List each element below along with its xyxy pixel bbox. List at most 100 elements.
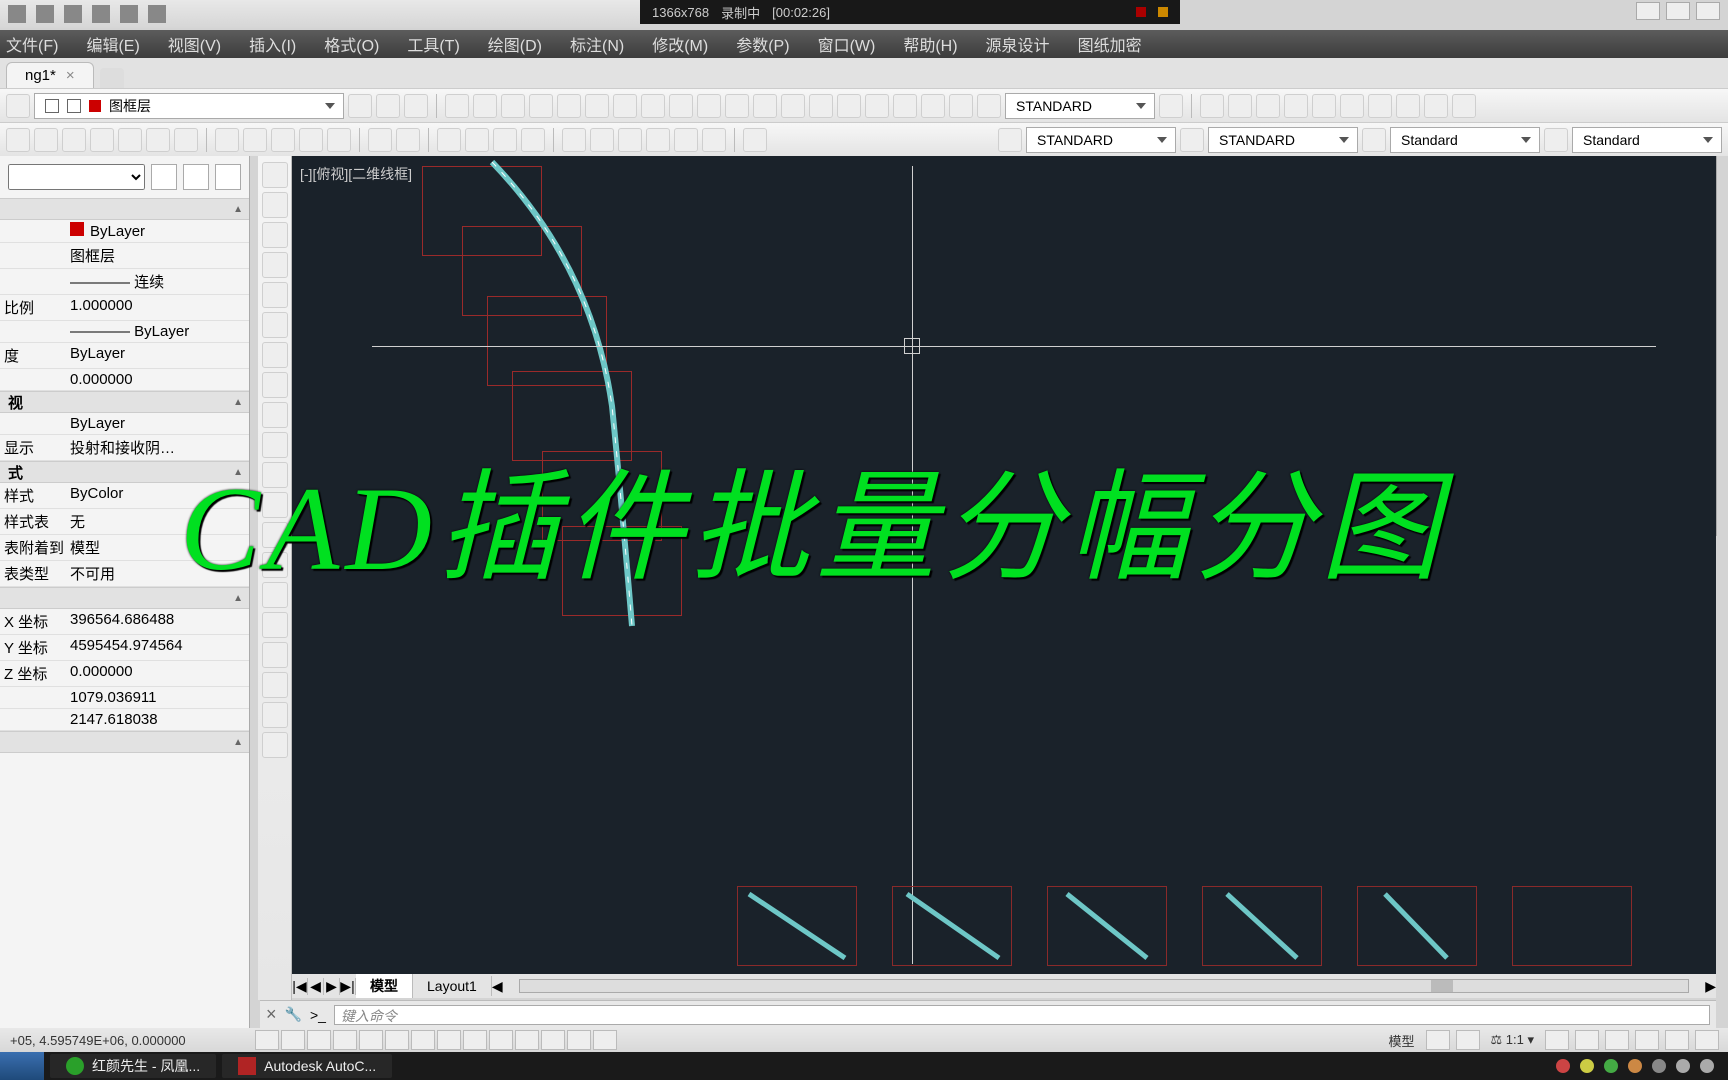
rec-stop[interactable]	[1136, 7, 1146, 17]
sc-toggle[interactable]	[567, 1030, 591, 1050]
new-btn[interactable]	[6, 128, 30, 152]
text-mtext[interactable]	[1200, 94, 1224, 118]
sheet-set[interactable]	[646, 128, 670, 152]
circle-tool[interactable]	[262, 342, 288, 368]
rect-tool[interactable]	[262, 282, 288, 308]
status-ws[interactable]	[1575, 1030, 1599, 1050]
dim-aligned[interactable]	[473, 94, 497, 118]
cmdline-wrench-icon[interactable]: 🔧	[285, 1006, 302, 1023]
minimize-button[interactable]	[1636, 2, 1660, 20]
prop-row[interactable]: ByLayer	[0, 220, 249, 243]
publish-btn[interactable]	[146, 128, 170, 152]
dcenter-btn[interactable]	[590, 128, 614, 152]
layer-uniso-btn[interactable]	[404, 94, 428, 118]
block-btn[interactable]	[327, 128, 351, 152]
snap-toggle[interactable]	[255, 1030, 279, 1050]
new-tab-button[interactable]	[100, 68, 124, 88]
polar-toggle[interactable]	[333, 1030, 357, 1050]
print-btn[interactable]	[90, 128, 114, 152]
markup[interactable]	[674, 128, 698, 152]
menu-file[interactable]: 文件(F)	[6, 32, 58, 56]
props-btn[interactable]	[562, 128, 586, 152]
3d-btn[interactable]	[174, 128, 198, 152]
text-field[interactable]	[1340, 94, 1364, 118]
annoscale[interactable]: ⚖ 1:1 ▾	[1485, 1032, 1541, 1048]
pline-tool[interactable]	[262, 222, 288, 248]
menu-insert[interactable]: 插入(I)	[249, 32, 296, 56]
qat-redo[interactable]	[148, 5, 166, 23]
plot-preview[interactable]	[118, 128, 142, 152]
dim-radius[interactable]	[557, 94, 581, 118]
prop-row[interactable]: Z 坐标0.000000	[0, 661, 249, 687]
dim-baseline[interactable]	[697, 94, 721, 118]
tablestyle-icon[interactable]	[1362, 128, 1386, 152]
dim-inspect[interactable]	[865, 94, 889, 118]
group-3dvisual[interactable]: 视	[0, 391, 249, 413]
mlstyle-icon[interactable]	[1544, 128, 1568, 152]
save-btn[interactable]	[62, 128, 86, 152]
grid-toggle[interactable]	[281, 1030, 305, 1050]
prop-row[interactable]: ———— 连续	[0, 269, 249, 295]
otrack-toggle[interactable]	[411, 1030, 435, 1050]
revcloud-tool[interactable]	[262, 372, 288, 398]
paste-btn[interactable]	[271, 128, 295, 152]
prop-row[interactable]: 2147.618038	[0, 709, 249, 731]
prop-row[interactable]: 1079.036911	[0, 687, 249, 709]
menu-modify[interactable]: 修改(M)	[652, 32, 708, 56]
dim-arc[interactable]	[501, 94, 525, 118]
menu-view[interactable]: 视图(V)	[168, 32, 221, 56]
viewport-label[interactable]: [-][俯视][二维线框]	[300, 164, 412, 184]
zoom-window[interactable]	[493, 128, 517, 152]
tray-5[interactable]	[1652, 1059, 1666, 1073]
tablestyle-dropdown[interactable]: Standard	[1390, 127, 1540, 153]
start-button[interactable]	[0, 1052, 44, 1080]
status-iso[interactable]	[1665, 1030, 1689, 1050]
layer-dropdown[interactable]: 图框层	[34, 93, 344, 119]
pickadd-btn[interactable]	[215, 164, 241, 190]
dimstyle-btn[interactable]	[1159, 94, 1183, 118]
tpy-toggle[interactable]	[515, 1030, 539, 1050]
dim-edit[interactable]	[921, 94, 945, 118]
dim-space[interactable]	[753, 94, 777, 118]
menu-format[interactable]: 格式(O)	[324, 32, 379, 56]
menu-edit[interactable]: 编辑(E)	[86, 32, 139, 56]
text-find[interactable]	[1284, 94, 1308, 118]
spline-tool[interactable]	[262, 402, 288, 428]
layer-iso-btn[interactable]	[376, 94, 400, 118]
dimstyle2-dropdown[interactable]: STANDARD	[1208, 127, 1358, 153]
tool-palette[interactable]	[618, 128, 642, 152]
status-hw[interactable]	[1635, 1030, 1659, 1050]
dim-diameter[interactable]	[613, 94, 637, 118]
copy-btn[interactable]	[243, 128, 267, 152]
dim-tedit[interactable]	[949, 94, 973, 118]
dim-linear[interactable]	[445, 94, 469, 118]
qat-new[interactable]	[36, 5, 54, 23]
textstyle-dropdown[interactable]: STANDARD	[1026, 127, 1176, 153]
layout-next[interactable]: ▶	[324, 978, 340, 995]
lwt-toggle[interactable]	[489, 1030, 513, 1050]
ducs-toggle[interactable]	[437, 1030, 461, 1050]
arc-tool[interactable]	[262, 312, 288, 338]
text-scale[interactable]	[1396, 94, 1420, 118]
dim-ordinate[interactable]	[529, 94, 553, 118]
qat-save[interactable]	[92, 5, 110, 23]
rec-pause[interactable]	[1158, 7, 1168, 17]
command-input[interactable]: 键入命令	[334, 1005, 1710, 1025]
layout-first[interactable]: |◀	[292, 978, 308, 995]
right-palette-collapsed[interactable]	[1716, 156, 1728, 536]
doc-tab-close[interactable]: ×	[66, 67, 75, 84]
layers-icon[interactable]	[6, 94, 30, 118]
dim-jogged[interactable]	[585, 94, 609, 118]
quick-select-btn[interactable]	[151, 164, 177, 190]
prop-row[interactable]: Y 坐标4595454.974564	[0, 635, 249, 661]
pan-btn[interactable]	[437, 128, 461, 152]
layer-state-btn[interactable]	[348, 94, 372, 118]
prop-row[interactable]: 比例1.000000	[0, 295, 249, 321]
tray-1[interactable]	[1556, 1059, 1570, 1073]
task-autocad[interactable]: Autodesk AutoC...	[222, 1054, 392, 1078]
modelspace-label[interactable]: 模型	[1382, 1031, 1420, 1050]
text-bgmask[interactable]	[1452, 94, 1476, 118]
match-btn[interactable]	[299, 128, 323, 152]
prop-row[interactable]: 图框层	[0, 243, 249, 269]
prop-row[interactable]: X 坐标396564.686488	[0, 609, 249, 635]
